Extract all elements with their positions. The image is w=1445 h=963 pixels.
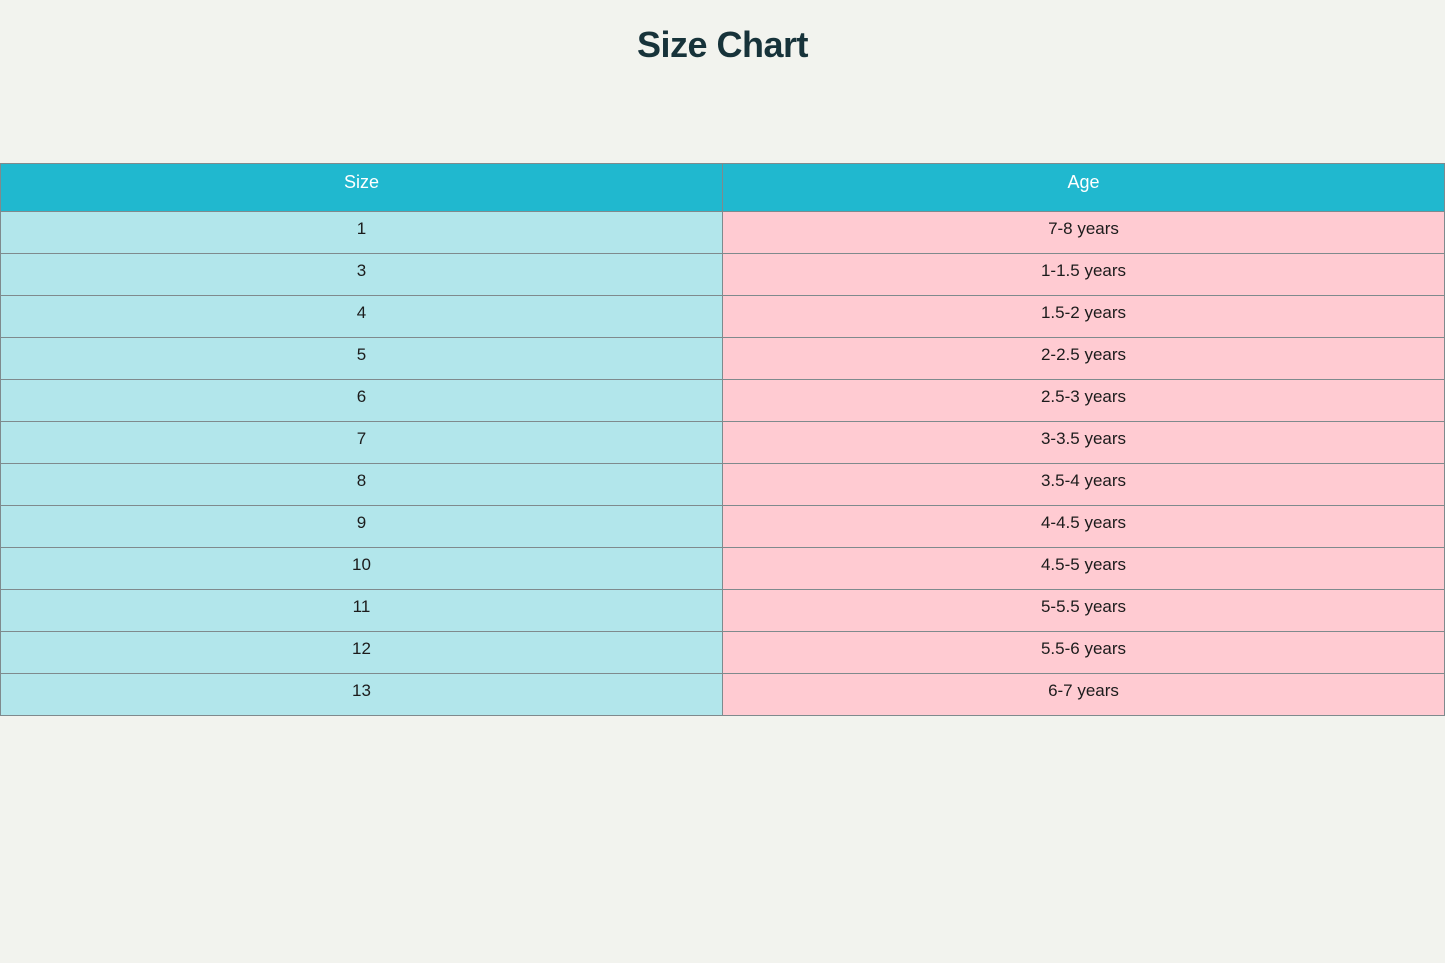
age-cell: 2-2.5 years [722,337,1445,380]
size-cell: 10 [0,547,723,590]
age-cell: 7-8 years [722,211,1445,254]
table-row: 9 4-4.5 years [0,505,1445,548]
size-cell: 3 [0,253,723,296]
age-cell: 6-7 years [722,673,1445,716]
table-row: 4 1.5-2 years [0,295,1445,338]
age-cell: 1-1.5 years [722,253,1445,296]
table-row: 3 1-1.5 years [0,253,1445,296]
table-row: 11 5-5.5 years [0,589,1445,632]
table-row: 8 3.5-4 years [0,463,1445,506]
size-cell: 9 [0,505,723,548]
age-cell: 1.5-2 years [722,295,1445,338]
age-cell: 3-3.5 years [722,421,1445,464]
size-chart-table: Size Age 1 7-8 years 3 1-1.5 years 4 1.5-2 ye… [0,163,1445,716]
table-row: 13 6-7 years [0,673,1445,716]
column-header-age: Age [722,163,1445,212]
size-cell: 4 [0,295,723,338]
age-cell: 4.5-5 years [722,547,1445,590]
size-cell: 5 [0,337,723,380]
age-cell: 4-4.5 years [722,505,1445,548]
table-row: 10 4.5-5 years [0,547,1445,590]
size-cell: 6 [0,379,723,422]
size-cell: 12 [0,631,723,674]
size-cell: 11 [0,589,723,632]
table-row: 7 3-3.5 years [0,421,1445,464]
size-cell: 13 [0,673,723,716]
table-row: 6 2.5-3 years [0,379,1445,422]
page-title: Size Chart [636,24,809,65]
size-cell: 7 [0,421,723,464]
age-cell: 3.5-4 years [722,463,1445,506]
table-header-row: Size Age [0,163,1445,212]
table-row: 5 2-2.5 years [0,337,1445,380]
table-row: 12 5.5-6 years [0,631,1445,674]
column-header-size: Size [0,163,723,212]
table-body: 1 7-8 years 3 1-1.5 years 4 1.5-2 years 5 2-2.5… [0,211,1445,716]
age-cell: 2.5-3 years [722,379,1445,422]
size-cell: 8 [0,463,723,506]
age-cell: 5-5.5 years [722,589,1445,632]
size-cell: 1 [0,211,723,254]
age-cell: 5.5-6 years [722,631,1445,674]
table-row: 1 7-8 years [0,211,1445,254]
